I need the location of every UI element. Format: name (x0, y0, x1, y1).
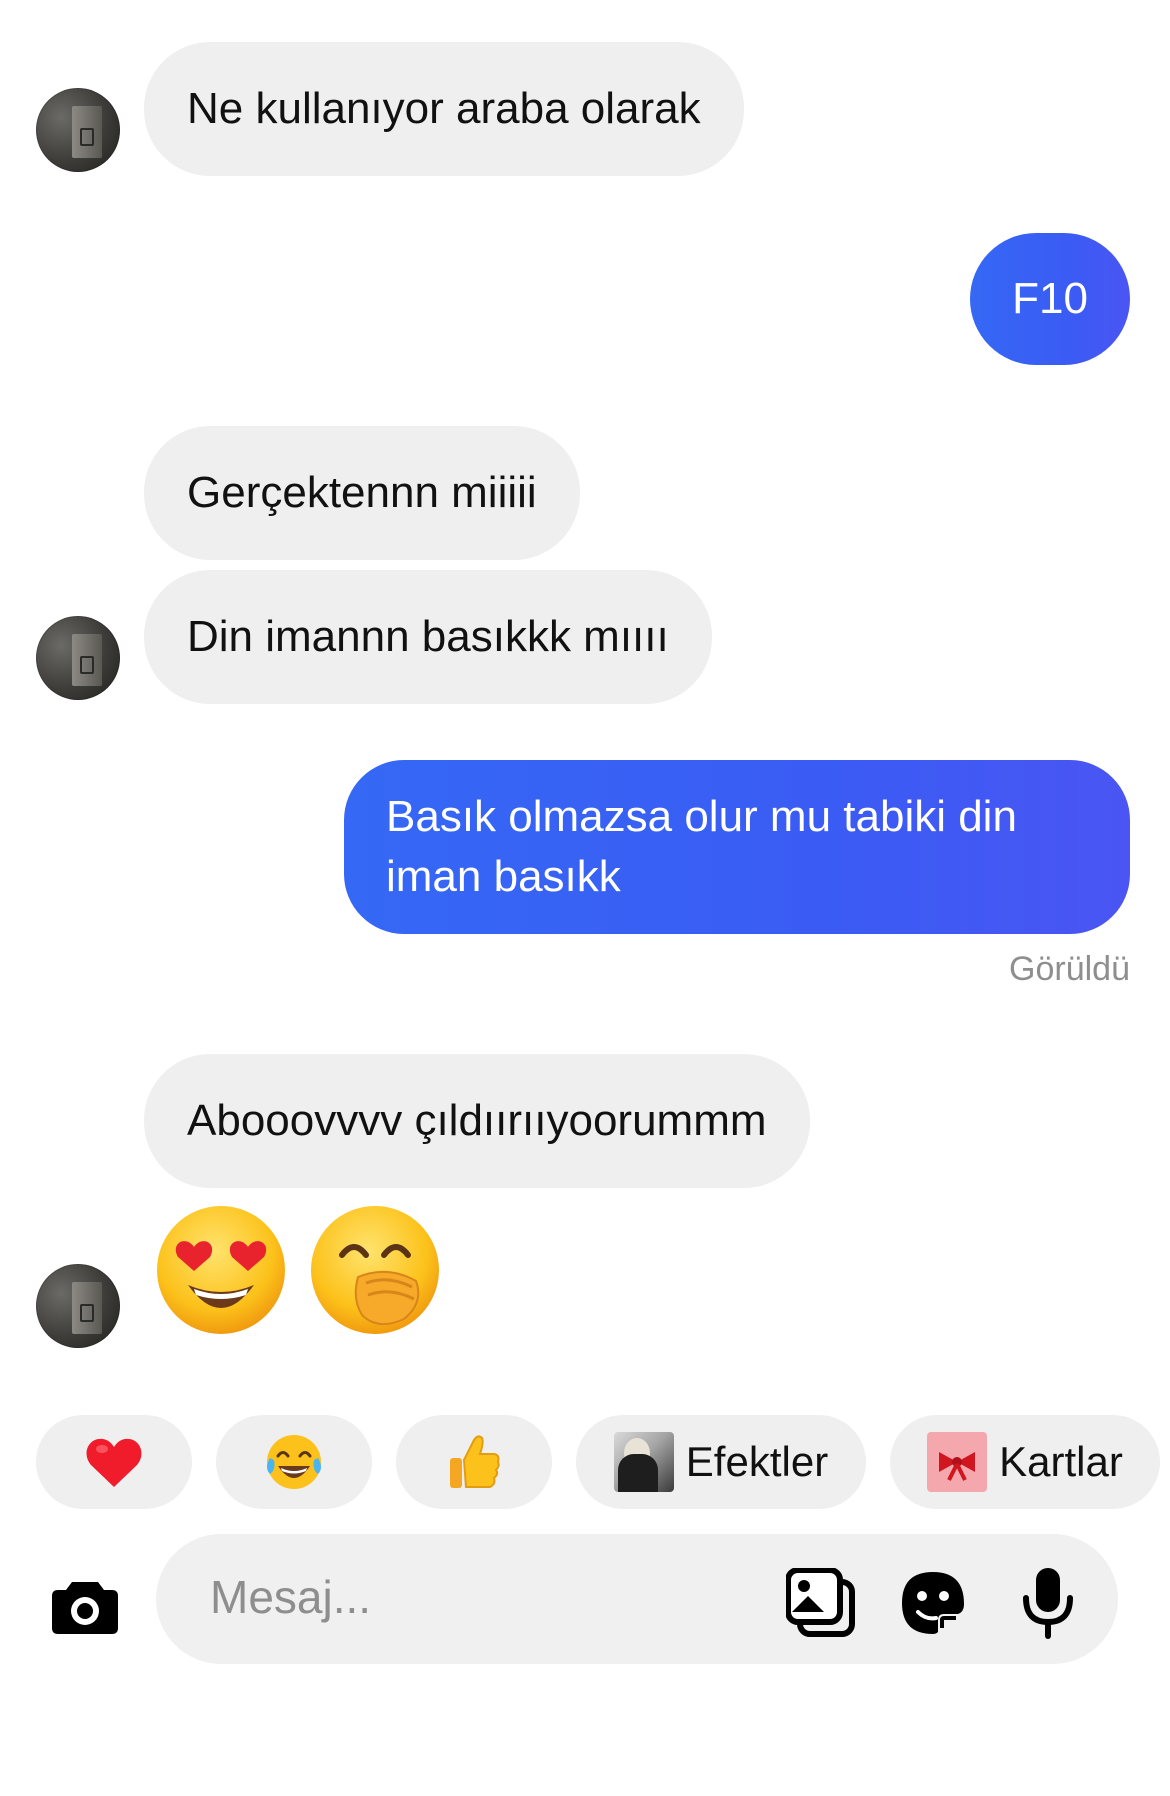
microphone-icon[interactable] (1020, 1566, 1076, 1640)
message-bubble-outgoing[interactable]: Basık olmazsa olur mu tabiki din iman ba… (344, 760, 1130, 934)
message-bubble-incoming[interactable]: Abooovvvv çıldıırııyoorummm (144, 1054, 810, 1188)
effects-button[interactable]: Efektler (576, 1415, 866, 1509)
cards-button[interactable]: Kartlar (890, 1415, 1160, 1509)
cards-label: Kartlar (999, 1438, 1123, 1485)
message-bubble-incoming[interactable]: Ne kullanıyor araba olarak (144, 42, 744, 176)
message-bubble-incoming[interactable]: Gerçektennn miiiii (144, 426, 580, 560)
gallery-icon[interactable] (786, 1568, 856, 1638)
cards-gift-icon (927, 1432, 988, 1492)
hand-over-mouth-emoji[interactable] (308, 1203, 442, 1337)
tears-of-joy-icon (267, 1435, 321, 1489)
quick-reaction-thumbs-up[interactable] (396, 1415, 552, 1509)
message-bubble-outgoing[interactable]: F10 (970, 233, 1130, 365)
quick-reaction-heart[interactable] (36, 1415, 192, 1509)
contact-avatar[interactable] (36, 1264, 120, 1348)
camera-icon[interactable] (50, 1576, 120, 1636)
contact-avatar[interactable] (36, 616, 120, 700)
message-composer[interactable]: Mesaj... (156, 1534, 1118, 1664)
message-input[interactable]: Mesaj... (210, 1570, 371, 1624)
thumbs-up-icon (450, 1435, 500, 1488)
effects-label: Efektler (685, 1438, 829, 1485)
heart-eyes-emoji[interactable] (154, 1203, 288, 1337)
effects-thumbnail (613, 1432, 674, 1492)
sticker-icon[interactable] (898, 1568, 968, 1638)
heart-icon (86, 1438, 142, 1487)
quick-reaction-laughing[interactable] (216, 1415, 372, 1509)
message-bubble-incoming[interactable]: Din imannn basıkkk mıııı (144, 570, 712, 704)
seen-status: Görüldü (1009, 950, 1130, 988)
contact-avatar[interactable] (36, 88, 120, 172)
